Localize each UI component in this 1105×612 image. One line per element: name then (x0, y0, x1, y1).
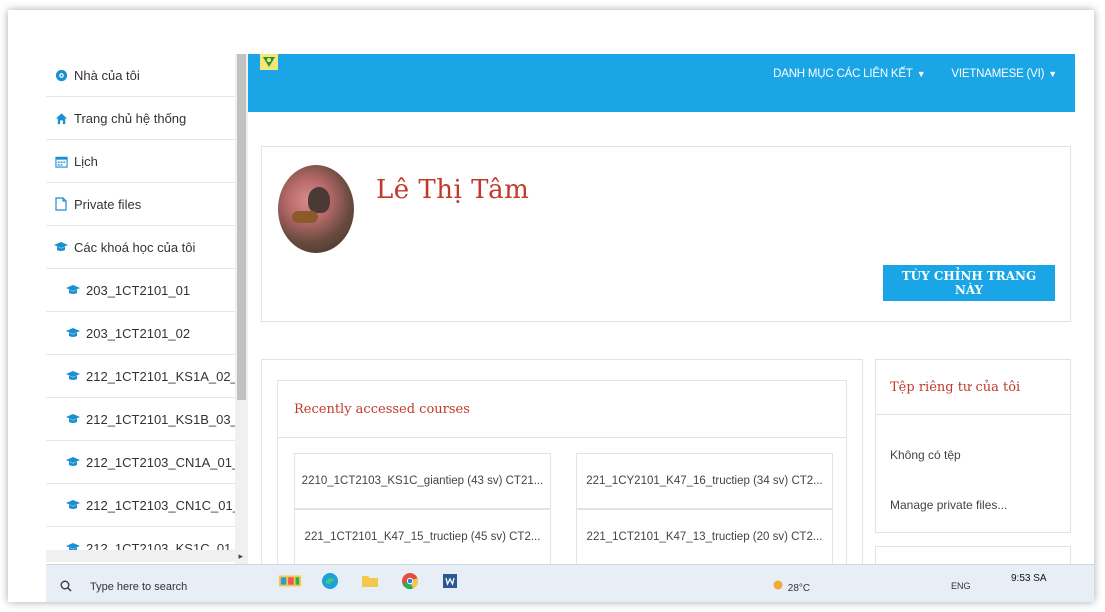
sidebar-course-label: 212_1CT2103_CN1C_01_giar (86, 497, 246, 513)
taskbar-weather[interactable]: 28°C (771, 579, 810, 594)
graduation-cap-icon (66, 412, 80, 426)
chrome-browser-icon[interactable] (398, 571, 422, 591)
private-files-title: Tệp riêng tư của tôi (876, 360, 1070, 415)
sidebar-item-home[interactable]: Trang chủ hệ thống (46, 97, 246, 140)
sidebar-course-item[interactable]: 212_1CT2103_CN1A_01_truc (46, 441, 246, 484)
taskbar-apps (278, 571, 462, 591)
sidebar-course-item[interactable]: 203_1CT2101_01 (46, 269, 246, 312)
manage-private-files-link[interactable]: Manage private files... (890, 498, 1007, 512)
language-dropdown[interactable]: VIETNAMESE (VI) ▼ (951, 68, 1057, 80)
sidebar-item-my-courses[interactable]: Các khoá học của tôi (46, 226, 246, 269)
widgets-icon[interactable] (278, 571, 302, 591)
sidebar-item-label: Lịch (74, 153, 98, 169)
browser-window: Nhà của tôi Trang chủ hệ thống Lịch Priv… (8, 10, 1094, 602)
course-card-title: 221_1CT2101_K47_15_tructiep (45 sv) CT2.… (304, 531, 541, 543)
avatar-guitar (292, 211, 318, 223)
sidebar-item-label: Private files (74, 196, 142, 212)
private-files-block: Tệp riêng tư của tôi Không có tệp Manage… (875, 359, 1071, 533)
taskbar-search-input[interactable]: Type here to search (90, 581, 187, 593)
arrow-right-icon[interactable]: ▸ (238, 551, 243, 562)
search-icon[interactable] (60, 579, 72, 597)
caret-down-icon: ▼ (1048, 69, 1057, 79)
site-logo[interactable] (260, 54, 278, 70)
course-card-title: 2210_1CT2103_KS1C_giantiep (43 sv) CT21.… (301, 475, 544, 487)
sidebar-course-item[interactable]: 212_1CT2103_CN1C_01_giar (46, 484, 246, 527)
course-card[interactable]: 221_1CT2101_K47_15_tructiep (45 sv) CT2.… (294, 509, 551, 565)
profile-header-card: Lê Thị Tâm TÙY CHỈNH TRANG NÀY (261, 146, 1071, 322)
sidebar-course-label: 212_1CT2101_KS1A_02_truc (86, 368, 246, 384)
sidebar-item-label: Trang chủ hệ thống (74, 110, 187, 126)
os-taskbar: Type here to search 28°C ENG 9:53 SA (46, 564, 1094, 602)
sidebar-scrollbar-thumb[interactable] (237, 54, 246, 400)
graduation-cap-icon (66, 326, 80, 340)
graduation-cap-icon (66, 283, 80, 297)
word-app-icon[interactable] (438, 571, 462, 591)
sidebar-item-private-files[interactable]: Private files (46, 183, 246, 226)
sidebar-item-dashboard[interactable]: Nhà của tôi (46, 54, 246, 97)
sidebar-item-calendar[interactable]: Lịch (46, 140, 246, 183)
sidebar-course-label: 212_1CT2103_CN1A_01_truc (86, 454, 246, 470)
sidebar-course-label: 212_1CT2101_KS1B_03_onlir (86, 411, 246, 427)
file-icon (54, 197, 68, 211)
weather-sun-icon (773, 580, 783, 590)
user-avatar[interactable] (278, 165, 354, 253)
caret-down-icon: ▼ (916, 69, 926, 79)
sidebar-item-label: Các khoá học của tôi (74, 239, 196, 255)
graduation-cap-icon (54, 240, 68, 254)
input-language-indicator[interactable]: ENG (951, 581, 971, 591)
calendar-icon (54, 154, 68, 168)
sidebar-item-label: Nhà của tôi (74, 67, 140, 83)
course-card-title: 221_1CT2101_K47_13_tructiep (20 sv) CT2.… (586, 531, 823, 543)
home-icon (54, 111, 68, 125)
taskbar-clock[interactable]: 9:53 SA (1011, 573, 1047, 584)
sidebar-course-item[interactable]: 212_1CT2101_KS1A_02_truc (46, 355, 246, 398)
user-full-name: Lê Thị Tâm (376, 175, 530, 205)
recent-courses-title: Recently accessed courses (278, 381, 846, 438)
avatar-figure (308, 187, 330, 213)
links-menu-dropdown[interactable]: DANH MỤC CÁC LIÊN KẾT ▼ (773, 68, 925, 80)
graduation-cap-icon (66, 498, 80, 512)
sidebar-course-label: 203_1CT2101_02 (86, 325, 191, 341)
dashboard-icon (54, 68, 68, 82)
language-label: VIETNAMESE (VI) (951, 68, 1045, 80)
links-menu-label: DANH MỤC CÁC LIÊN KẾT (773, 68, 913, 80)
top-navbar: DANH MỤC CÁC LIÊN KẾT ▼ VIETNAMESE (VI) ▼ (248, 54, 1075, 112)
sidebar-course-item[interactable]: 203_1CT2101_02 (46, 312, 246, 355)
course-card-title: 221_1CY2101_K47_16_tructiep (34 sv) CT2.… (586, 475, 823, 487)
private-files-empty-text: Không có tệp (890, 448, 961, 462)
sidebar-horizontal-scrollbar[interactable]: ▸ (46, 550, 246, 562)
file-explorer-icon[interactable] (358, 571, 382, 591)
top-nav-menu: DANH MỤC CÁC LIÊN KẾT ▼ VIETNAMESE (VI) ▼ (773, 68, 1057, 80)
course-card[interactable]: 221_1CY2101_K47_16_tructiep (34 sv) CT2.… (576, 453, 833, 509)
graduation-cap-icon (66, 455, 80, 469)
course-card[interactable]: 2210_1CT2103_KS1C_giantiep (43 sv) CT21.… (294, 453, 551, 509)
sidebar-course-label: 203_1CT2101_01 (86, 282, 191, 298)
graduation-cap-icon (66, 369, 80, 383)
sidebar-nav: Nhà của tôi Trang chủ hệ thống Lịch Priv… (46, 54, 246, 564)
edge-browser-icon[interactable] (318, 571, 342, 591)
course-card[interactable]: 221_1CT2101_K47_13_tructiep (20 sv) CT2.… (576, 509, 833, 565)
sidebar-course-item[interactable]: 212_1CT2101_KS1B_03_onlir (46, 398, 246, 441)
customize-page-button[interactable]: TÙY CHỈNH TRANG NÀY (883, 265, 1055, 301)
weather-temperature: 28°C (787, 583, 811, 594)
